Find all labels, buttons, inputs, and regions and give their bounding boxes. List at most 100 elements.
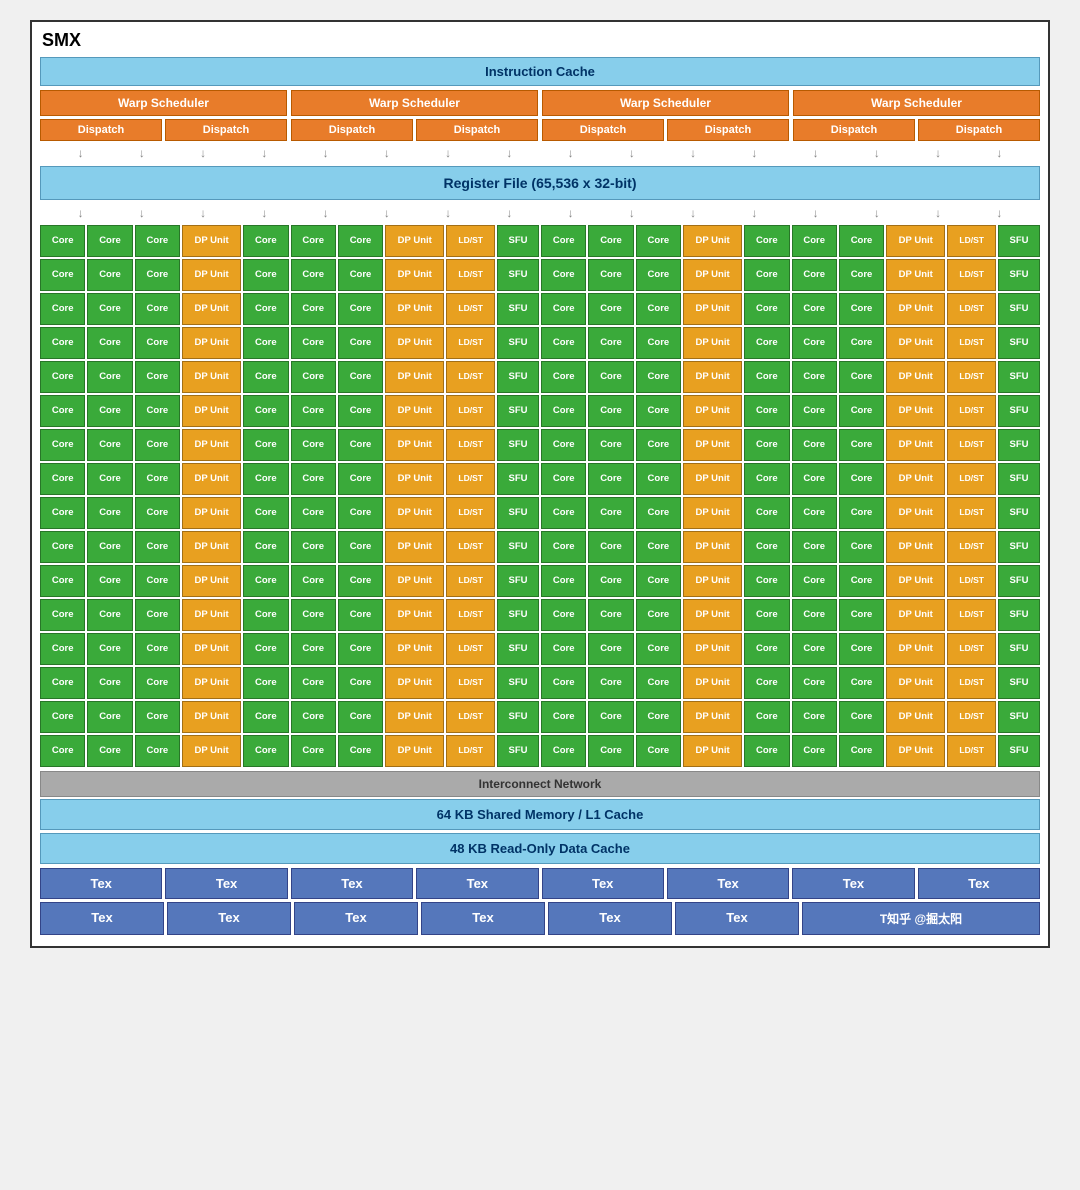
list-item: Core <box>87 259 132 291</box>
list-item: DP Unit <box>886 565 945 597</box>
list-item: Core <box>243 667 288 699</box>
list-item: SFU <box>998 701 1040 733</box>
table-row: Core Core Core DP Unit Core Core Core DP… <box>40 259 1040 291</box>
list-item: DP Unit <box>683 259 742 291</box>
tex-cell-13: Tex <box>548 902 672 935</box>
list-item: Core <box>40 259 85 291</box>
list-item: LD/ST <box>446 463 495 495</box>
list-item: Core <box>588 463 633 495</box>
list-item: Core <box>588 667 633 699</box>
list-item: Core <box>588 531 633 563</box>
list-item: DP Unit <box>886 463 945 495</box>
shared-memory: 64 KB Shared Memory / L1 Cache <box>40 799 1040 830</box>
list-item: Core <box>792 429 837 461</box>
list-item: Core <box>243 633 288 665</box>
list-item: Core <box>636 633 681 665</box>
list-item: Core <box>243 395 288 427</box>
list-item: SFU <box>998 667 1040 699</box>
list-item: Core <box>135 633 180 665</box>
list-item: DP Unit <box>683 565 742 597</box>
list-item: Core <box>40 735 85 767</box>
list-item: DP Unit <box>182 701 241 733</box>
list-item: Core <box>338 395 383 427</box>
dispatch-1a: Dispatch <box>40 119 162 141</box>
list-item: Core <box>588 361 633 393</box>
list-item: Core <box>87 293 132 325</box>
list-item: DP Unit <box>683 531 742 563</box>
list-item: Core <box>291 293 336 325</box>
list-item: SFU <box>497 429 539 461</box>
list-item: Core <box>744 463 789 495</box>
list-item: Core <box>40 497 85 529</box>
list-item: LD/ST <box>947 429 996 461</box>
list-item: SFU <box>998 225 1040 257</box>
list-item: Core <box>636 429 681 461</box>
list-item: Core <box>541 667 586 699</box>
list-item: Core <box>541 225 586 257</box>
list-item: Core <box>636 327 681 359</box>
list-item: LD/ST <box>446 429 495 461</box>
list-item: Core <box>135 293 180 325</box>
table-row: Core Core Core DP Unit Core Core Core DP… <box>40 735 1040 767</box>
list-item: Core <box>839 259 884 291</box>
list-item: Core <box>588 701 633 733</box>
smx-diagram: SMX Instruction Cache Warp Scheduler Dis… <box>30 20 1050 948</box>
list-item: Core <box>291 633 336 665</box>
list-item: DP Unit <box>683 395 742 427</box>
list-item: Core <box>135 667 180 699</box>
dispatch-2b: Dispatch <box>416 119 538 141</box>
list-item: LD/ST <box>947 395 996 427</box>
list-item: LD/ST <box>446 565 495 597</box>
list-item: Core <box>636 599 681 631</box>
dispatch-2a: Dispatch <box>291 119 413 141</box>
list-item: DP Unit <box>385 735 444 767</box>
list-item: Core <box>839 497 884 529</box>
list-item: Core <box>744 429 789 461</box>
list-item: DP Unit <box>385 429 444 461</box>
list-item: LD/ST <box>446 327 495 359</box>
list-item: DP Unit <box>683 225 742 257</box>
list-item: Core <box>744 667 789 699</box>
dispatch-row-4: Dispatch Dispatch <box>793 119 1040 141</box>
list-item: Core <box>135 395 180 427</box>
list-item: Core <box>744 395 789 427</box>
list-item: Core <box>839 667 884 699</box>
list-item: Core <box>291 327 336 359</box>
list-item: Core <box>792 735 837 767</box>
list-item: Core <box>291 667 336 699</box>
list-item: Core <box>792 327 837 359</box>
list-item: DP Unit <box>182 735 241 767</box>
list-item: DP Unit <box>385 327 444 359</box>
list-item: Core <box>291 565 336 597</box>
list-item: SFU <box>497 327 539 359</box>
list-item: SFU <box>497 361 539 393</box>
list-item: Core <box>338 429 383 461</box>
list-item: Core <box>87 327 132 359</box>
list-item: LD/ST <box>446 599 495 631</box>
list-item: Core <box>135 361 180 393</box>
list-item: Core <box>636 565 681 597</box>
list-item: DP Unit <box>182 667 241 699</box>
list-item: DP Unit <box>886 633 945 665</box>
list-item: SFU <box>497 633 539 665</box>
list-item: DP Unit <box>683 327 742 359</box>
list-item: Core <box>40 327 85 359</box>
warp-scheduler-row: Warp Scheduler Dispatch Dispatch Warp Sc… <box>40 90 1040 141</box>
list-item: Core <box>792 565 837 597</box>
list-item: LD/ST <box>947 463 996 495</box>
list-item: Core <box>243 429 288 461</box>
list-item: LD/ST <box>446 225 495 257</box>
list-item: Core <box>588 429 633 461</box>
table-row: Core Core Core DP Unit Core Core Core DP… <box>40 633 1040 665</box>
list-item: Core <box>135 735 180 767</box>
list-item: Core <box>839 327 884 359</box>
list-item: Core <box>541 327 586 359</box>
list-item: Core <box>40 293 85 325</box>
list-item: DP Unit <box>182 293 241 325</box>
list-item: DP Unit <box>385 225 444 257</box>
list-item: DP Unit <box>182 259 241 291</box>
dispatch-4a: Dispatch <box>793 119 915 141</box>
list-item: Core <box>40 395 85 427</box>
list-item: DP Unit <box>385 667 444 699</box>
list-item: DP Unit <box>182 429 241 461</box>
